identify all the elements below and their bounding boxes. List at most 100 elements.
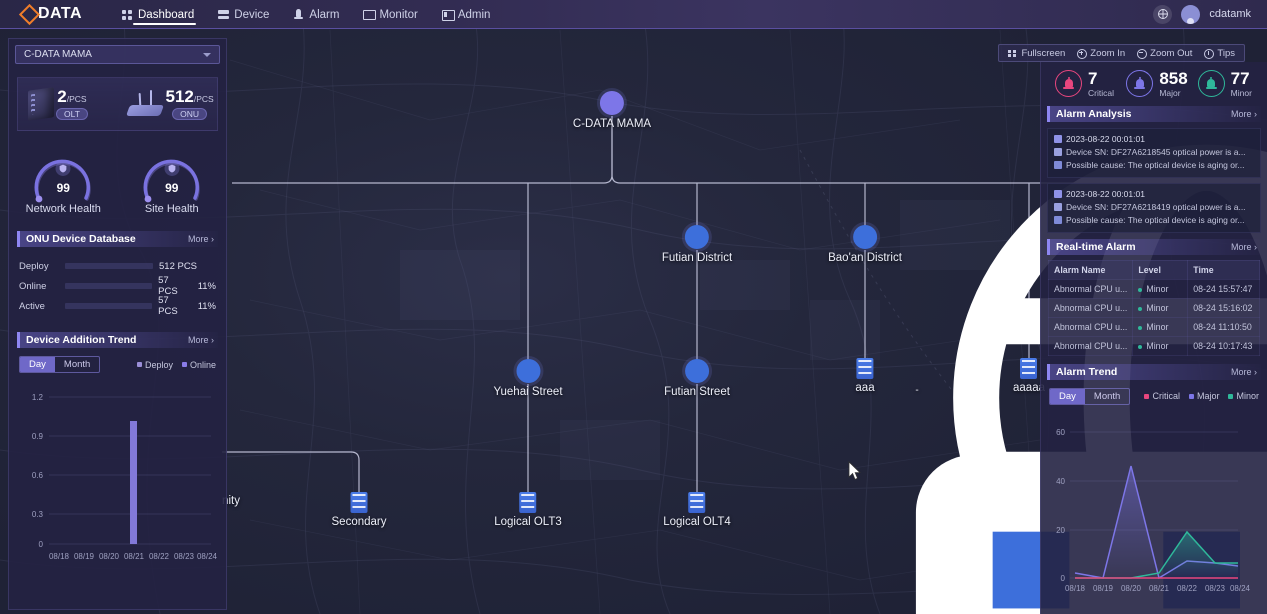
minor-ring xyxy=(1197,70,1225,98)
onu-tag: ONU xyxy=(172,108,208,120)
x-tick-label: 08/22 xyxy=(149,552,170,561)
left-panel: C-DATA MAMA 2/PCS OLT 512/PCS ONU 99 Net… xyxy=(8,38,227,610)
topology-node-label: Logical OLT4 xyxy=(663,516,731,528)
table-row[interactable]: Abnormal CPU u... Minor 08-24 11:10:50 xyxy=(1047,316,1260,337)
alarm-stat-major[interactable]: 858 Major xyxy=(1118,70,1189,98)
table-row[interactable]: Abnormal CPU u... Minor 08-24 15:57:47 xyxy=(1047,278,1260,299)
device-summary-olt[interactable]: 2/PCS OLT xyxy=(18,87,118,121)
cell-time: 08-24 15:57:47 xyxy=(1187,278,1260,299)
device-icon xyxy=(1054,203,1062,212)
x-tick-label: 08/24 xyxy=(1230,584,1251,593)
cell-alarm-name: Abnormal CPU u... xyxy=(1047,297,1134,318)
onu-row-percent: 11% xyxy=(197,280,216,292)
alarm-trend-controls: Day Month Critical Major Minor xyxy=(1049,387,1259,405)
topology-node-futian-district[interactable]: Futian District xyxy=(662,225,1257,614)
cell-time: 08-24 15:16:02 xyxy=(1187,297,1260,318)
health-gauges: 99 Network Health 99 Site Health xyxy=(9,147,226,215)
x-tick-label: 08/19 xyxy=(74,552,95,561)
alarm-analysis-more-link[interactable]: More xyxy=(1231,109,1257,119)
zoom-in-icon xyxy=(1077,48,1088,59)
alarm-trend-more-link[interactable]: More xyxy=(1231,367,1257,377)
olt-count: 2/PCS xyxy=(57,87,87,106)
right-panel: 7 Critical 858 Major 77 Minor Alarm Anal… xyxy=(1040,62,1267,614)
help-icon[interactable] xyxy=(1153,4,1173,24)
device-summary-box: 2/PCS OLT 512/PCS ONU xyxy=(17,77,218,131)
rack-icon xyxy=(1020,358,1038,379)
bell-icon xyxy=(293,9,304,20)
x-tick-label: 08/23 xyxy=(174,552,195,561)
grid-icon xyxy=(122,9,133,20)
zoom-out-button[interactable]: Zoom Out xyxy=(1137,48,1192,59)
alarm-analysis-item[interactable]: 2023-08-22 00:01:01 Device SN: DF27A6218… xyxy=(1047,127,1261,178)
table-row[interactable]: Abnormal CPU u... Minor 08-24 15:16:02 xyxy=(1047,297,1260,318)
realtime-alarm-table: Alarm Name Level Time Abnormal CPU u... … xyxy=(1047,259,1260,356)
device-trend-more-link[interactable]: More xyxy=(188,335,214,345)
x-tick-label: 08/22 xyxy=(1177,584,1198,593)
alarm-stat-critical[interactable]: 7 Critical xyxy=(1047,70,1118,98)
onu-device-icon xyxy=(125,90,164,118)
realtime-alarm-more-link[interactable]: More xyxy=(1231,242,1257,252)
onu-row-bar xyxy=(64,283,153,289)
device-summary-onu[interactable]: 512/PCS ONU xyxy=(118,88,218,120)
nav-item-monitor[interactable]: Monitor xyxy=(361,3,419,26)
y-tick-label: 0.6 xyxy=(32,471,44,480)
alarm-analysis-item[interactable]: 2023-08-22 00:01:01 Device SN: DF27A6218… xyxy=(1047,182,1261,233)
y-tick-label: 0 xyxy=(39,540,44,549)
onu-unit: /PCS xyxy=(193,94,214,104)
alarm-stat-minor[interactable]: 77 Minor xyxy=(1190,70,1261,98)
device-addition-trend-chart[interactable]: 1.2 0.9 0.6 0.3 0 08/18 08/19 08/20 08/2… xyxy=(13,379,222,569)
period-day-button[interactable]: Day xyxy=(20,357,55,372)
topology-node-yuehai-street[interactable]: Yuehai Street xyxy=(493,359,1267,614)
topology-node-aaa[interactable]: aaa xyxy=(855,358,875,394)
olt-tag: OLT xyxy=(56,108,88,120)
y-tick-label: 60 xyxy=(1056,428,1065,437)
topology-node-secondary[interactable]: Secondary xyxy=(331,492,387,528)
cell-time: 08-24 11:10:50 xyxy=(1187,316,1260,337)
topology-node-root[interactable]: C-DATA MAMA xyxy=(573,91,1267,614)
avatar[interactable] xyxy=(1181,4,1201,24)
topology-node-logical-olt4[interactable]: Logical OLT4 xyxy=(663,492,731,528)
globe-icon xyxy=(599,91,1267,614)
gauge-site-health: 99 Site Health xyxy=(118,147,227,215)
tips-button[interactable]: Tips xyxy=(1204,48,1235,59)
y-tick-label: 1.2 xyxy=(32,393,44,402)
nav-label: Admin xyxy=(457,8,491,21)
nav-item-device[interactable]: Device xyxy=(216,3,271,26)
legend-critical: Critical xyxy=(1144,391,1180,401)
realtime-alarm-header: Real-time Alarm More xyxy=(1047,238,1261,255)
nav-item-admin[interactable]: Admin xyxy=(440,3,493,26)
x-tick-label: 08/21 xyxy=(124,552,145,561)
zoom-in-button[interactable]: Zoom In xyxy=(1077,48,1125,59)
major-count: 858 xyxy=(1159,69,1188,88)
period-day-button[interactable]: Day xyxy=(1050,388,1085,404)
nav-item-alarm[interactable]: Alarm xyxy=(291,3,341,26)
cause-icon xyxy=(1054,216,1062,225)
alarm-trend-chart[interactable]: 60 40 20 0 08/18 08/19 08/20 08/21 08/22… xyxy=(1043,411,1265,601)
topology-node-futian-street[interactable]: Futian Street xyxy=(664,359,1267,614)
site-select[interactable]: C-DATA MAMA xyxy=(15,45,220,64)
brand-logo[interactable]: DATA xyxy=(0,3,108,25)
topology-node-label: Secondary xyxy=(331,516,387,528)
username-label: cdatamk xyxy=(1209,8,1251,20)
analysis-device: Device SN: DF27A6218545 optical power is… xyxy=(1066,146,1246,157)
nav-item-dashboard[interactable]: Dashboard xyxy=(120,3,197,26)
fullscreen-button[interactable]: Fullscreen xyxy=(1008,48,1065,59)
x-tick-label: 08/18 xyxy=(49,552,70,561)
minor-count: 77 xyxy=(1230,69,1250,88)
table-row[interactable]: Abnormal CPU u... Minor 08-24 10:17:43 xyxy=(1047,335,1260,356)
cell-level: Minor xyxy=(1132,316,1189,337)
legend-online: Online xyxy=(181,360,216,370)
alarm-analysis-title: Alarm Analysis xyxy=(1056,107,1132,120)
onu-database-more-link[interactable]: More xyxy=(188,234,214,244)
topology-node-baoan-district[interactable]: Bao'an District xyxy=(828,225,1267,614)
topology-node-logical-olt3[interactable]: Logical OLT3 xyxy=(494,492,562,528)
onu-row-label: Online xyxy=(19,280,47,292)
major-label: Major xyxy=(1159,87,1181,98)
period-month-button[interactable]: Month xyxy=(1085,389,1129,404)
dash-text: - xyxy=(915,385,919,396)
analysis-cause: Possible cause: The optical device is ag… xyxy=(1066,214,1245,225)
top-navigation-bar: DATA Dashboard Device Alarm Monitor Admi… xyxy=(0,0,1267,29)
cell-level: Minor xyxy=(1132,335,1189,356)
tips-label: Tips xyxy=(1217,47,1235,59)
period-month-button[interactable]: Month xyxy=(55,357,99,372)
